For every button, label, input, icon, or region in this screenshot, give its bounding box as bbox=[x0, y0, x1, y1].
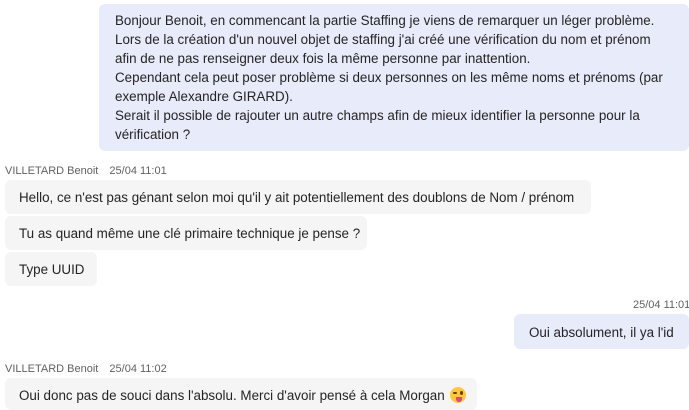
incoming-message[interactable]: Hello, ce n'est pas génant selon moi qu'… bbox=[5, 180, 591, 214]
message-text: Oui donc pas de souci dans l'absolu. Mer… bbox=[19, 388, 445, 403]
message-line: Serait il possible de rajouter un autre … bbox=[115, 108, 640, 142]
incoming-message[interactable]: Oui donc pas de souci dans l'absolu. Mer… bbox=[5, 378, 477, 410]
message-text: Tu as quand même une clé primaire techni… bbox=[19, 226, 361, 241]
sender-name: VILLETARD Benoit bbox=[5, 165, 99, 177]
message-text: Hello, ce n'est pas génant selon moi qu'… bbox=[19, 190, 575, 205]
message-timestamp: 25/04 11:01 bbox=[109, 165, 167, 177]
outgoing-message-staffing[interactable]: Bonjour Benoit, en commencant la partie … bbox=[99, 4, 689, 151]
message-line: Bonjour Benoit, en commencant la partie … bbox=[115, 13, 655, 66]
chat-thread: Bonjour Benoit, en commencant la partie … bbox=[0, 0, 689, 410]
message-timestamp: 25/04 11:01 bbox=[633, 299, 689, 311]
incoming-message[interactable]: Type UUID bbox=[5, 252, 97, 286]
message-header: VILLETARD Benoit 25/04 11:01 bbox=[5, 165, 167, 177]
incoming-message[interactable]: Tu as quand même une clé primaire techni… bbox=[5, 216, 367, 250]
message-text: Type UUID bbox=[19, 262, 85, 277]
message-header: VILLETARD Benoit 25/04 11:02 bbox=[5, 363, 167, 375]
sender-name: VILLETARD Benoit bbox=[5, 363, 99, 375]
message-text: Oui absolument, il ya l'id bbox=[529, 325, 674, 340]
message-line: Cependant cela peut poser problème si de… bbox=[115, 70, 663, 104]
winking-face-with-tongue-icon bbox=[450, 387, 467, 403]
message-timestamp: 25/04 11:02 bbox=[109, 363, 167, 375]
outgoing-message[interactable]: Oui absolument, il ya l'id bbox=[514, 314, 689, 349]
